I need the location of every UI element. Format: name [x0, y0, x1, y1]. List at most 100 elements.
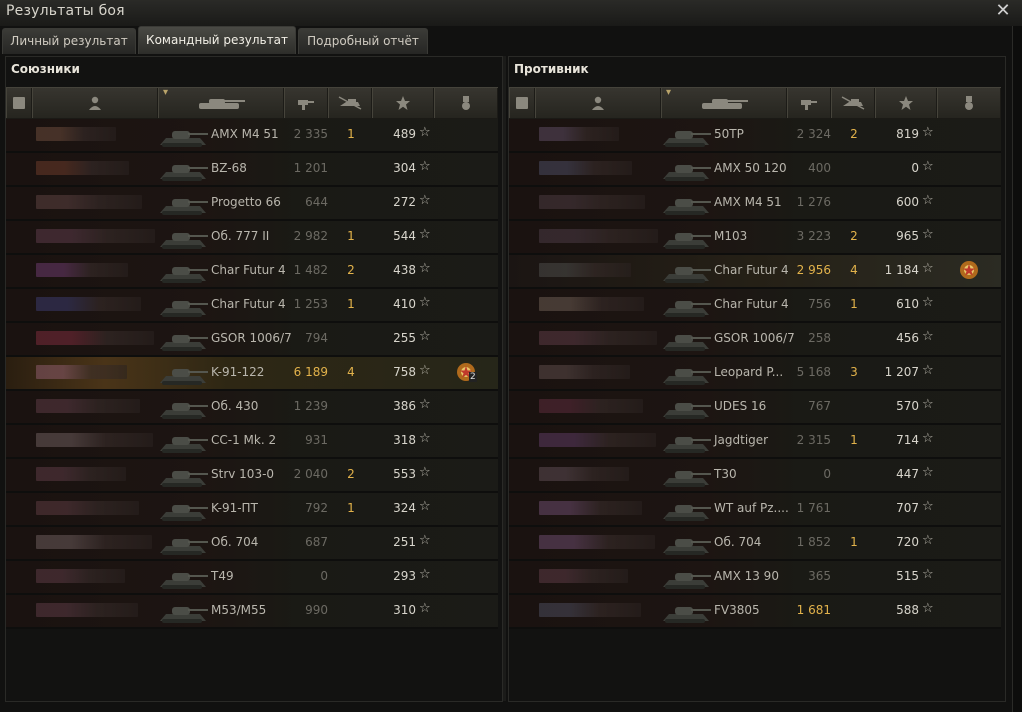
enemies-player-column[interactable]: [535, 88, 661, 118]
enemies-player-row[interactable]: AMX 13 90 365 515 ☆: [509, 561, 1001, 595]
enemies-player-row[interactable]: Char Futur 4 2 956 4 1 184 ☆: [509, 255, 1001, 289]
player-name-blurred: [36, 535, 152, 549]
player-name-blurred: [36, 195, 142, 209]
xp-value: 410: [393, 297, 416, 311]
enemies-player-row[interactable]: UDES 16 767 570 ☆: [509, 391, 1001, 425]
player-name-blurred: [36, 569, 125, 583]
allies-tank-column[interactable]: ▾: [158, 87, 284, 118]
player-name-blurred: [36, 433, 153, 447]
enemies-damage-column[interactable]: [787, 88, 831, 118]
xp-value: 553: [393, 467, 416, 481]
tank-name: Об. 777 II: [211, 229, 270, 243]
tab-personal-result[interactable]: Личный результат: [2, 28, 136, 54]
allies-player-row[interactable]: BZ-68 1 201 304 ☆: [6, 153, 498, 187]
allies-title: Союзники: [11, 62, 80, 76]
enemies-tank-column[interactable]: ▾: [661, 87, 787, 118]
allies-player-row[interactable]: Об. 430 1 239 386 ☆: [6, 391, 498, 425]
xp-star-icon: ☆: [419, 465, 431, 480]
enemies-player-row[interactable]: AMX 50 120 400 0 ☆: [509, 153, 1001, 187]
allies-player-row[interactable]: GSOR 1006/7 794 255 ☆: [6, 323, 498, 357]
enemies-xp-star-column[interactable]: [875, 88, 937, 118]
enemies-player-row[interactable]: WT auf Pz.... 1 761 707 ☆: [509, 493, 1001, 527]
allies-damage-column[interactable]: [284, 88, 328, 118]
tank-image: [661, 291, 711, 319]
close-icon[interactable]: ✕: [994, 2, 1012, 20]
allies-player-row[interactable]: Об. 704 687 251 ☆: [6, 527, 498, 561]
tank-image: [661, 393, 711, 421]
enemies-player-row[interactable]: Jagdtiger 2 315 1 714 ☆: [509, 425, 1001, 459]
enemies-medal-column[interactable]: [937, 88, 1001, 118]
kills-value: 3: [850, 365, 858, 379]
tank-name: AMX 50 120: [714, 161, 787, 175]
tank-name: 50TP: [714, 127, 744, 141]
player-name-blurred: [539, 603, 641, 617]
allies-xp-star-column[interactable]: [372, 88, 434, 118]
player-name-blurred: [36, 127, 116, 141]
damage-icon: [801, 100, 817, 110]
allies-player-row[interactable]: Char Futur 4 1 482 2 438 ☆: [6, 255, 498, 289]
tank-name: Об. 704: [211, 535, 259, 549]
xp-value: 324: [393, 501, 416, 515]
allies-player-row[interactable]: Char Futur 4 1 253 1 410 ☆: [6, 289, 498, 323]
achievement-medal-icon[interactable]: [957, 258, 981, 282]
allies-player-row[interactable]: CC-1 Mk. 2 931 318 ☆: [6, 425, 498, 459]
allies-player-row[interactable]: T49 0 293 ☆: [6, 561, 498, 595]
xp-value: 1 184: [884, 263, 919, 277]
enemies-player-row[interactable]: Об. 704 1 852 1 720 ☆: [509, 527, 1001, 561]
tank-image: [661, 325, 711, 353]
allies-kills-column[interactable]: [328, 88, 372, 118]
platoon-icon: [13, 97, 25, 109]
allies-player-row[interactable]: K-91-122 6 189 4 758 ☆ 2: [6, 357, 498, 391]
xp-value: 1 207: [884, 365, 919, 379]
damage-value: 1 761: [796, 501, 831, 515]
enemies-player-row[interactable]: Leopard P... 5 168 3 1 207 ☆: [509, 357, 1001, 391]
allies-player-row[interactable]: Об. 777 II 2 982 1 544 ☆: [6, 221, 498, 255]
enemies-player-row[interactable]: T30 0 447 ☆: [509, 459, 1001, 493]
xp-star-icon: ☆: [922, 363, 934, 378]
allies-player-row[interactable]: M53/M55 990 310 ☆: [6, 595, 498, 629]
tab-detailed-report[interactable]: Подробный отчёт: [298, 28, 428, 54]
kills-value: 2: [850, 127, 858, 141]
platoon-icon: [516, 97, 528, 109]
enemies-kills-column[interactable]: [831, 88, 875, 118]
enemies-platoon-column[interactable]: [509, 88, 535, 118]
allies-player-row[interactable]: K-91-ПТ 792 1 324 ☆: [6, 493, 498, 527]
enemies-player-row[interactable]: GSOR 1006/7 258 456 ☆: [509, 323, 1001, 357]
damage-value: 258: [808, 331, 831, 345]
xp-star-icon: ☆: [922, 601, 934, 616]
tank-name: Об. 430: [211, 399, 259, 413]
enemies-player-row[interactable]: Char Futur 4 756 1 610 ☆: [509, 289, 1001, 323]
damage-value: 1 482: [293, 263, 328, 277]
player-icon: [89, 96, 101, 110]
xp-value: 0: [911, 161, 919, 175]
allies-player-row[interactable]: AMX M4 51 2 335 1 489 ☆: [6, 119, 498, 153]
enemies-player-row[interactable]: 50TP 2 324 2 819 ☆: [509, 119, 1001, 153]
tank-name: FV3805: [714, 603, 760, 617]
player-name-blurred: [539, 161, 632, 175]
kills-value: 4: [347, 365, 355, 379]
xp-value: 610: [896, 297, 919, 311]
allies-player-column[interactable]: [32, 88, 158, 118]
damage-value: 365: [808, 569, 831, 583]
enemies-player-row[interactable]: AMX M4 51 1 276 600 ☆: [509, 187, 1001, 221]
allies-platoon-column[interactable]: [6, 88, 32, 118]
tab-team-result[interactable]: Командный результат: [138, 26, 296, 54]
battle-results-window: Результаты боя ✕ Личный результат Команд…: [0, 0, 1022, 712]
player-name-blurred: [539, 127, 619, 141]
enemies-player-row[interactable]: FV3805 1 681 588 ☆: [509, 595, 1001, 629]
enemies-player-row[interactable]: M103 3 223 2 965 ☆: [509, 221, 1001, 255]
xp-value: 515: [896, 569, 919, 583]
kills-value: 2: [850, 229, 858, 243]
allies-medal-column[interactable]: [434, 88, 498, 118]
medal-icon: [462, 96, 470, 110]
xp-star-icon: ☆: [419, 431, 431, 446]
kills-value: 2: [347, 467, 355, 481]
allies-player-row[interactable]: Progetto 66 644 272 ☆: [6, 187, 498, 221]
damage-value: 1 852: [796, 535, 831, 549]
xp-value: 758: [393, 365, 416, 379]
tank-name: Char Futur 4: [211, 297, 286, 311]
sort-chevron-icon: ▾: [163, 87, 169, 98]
tank-image: [661, 427, 711, 455]
allies-player-row[interactable]: Strv 103-0 2 040 2 553 ☆: [6, 459, 498, 493]
xp-star-icon: ☆: [419, 125, 431, 140]
